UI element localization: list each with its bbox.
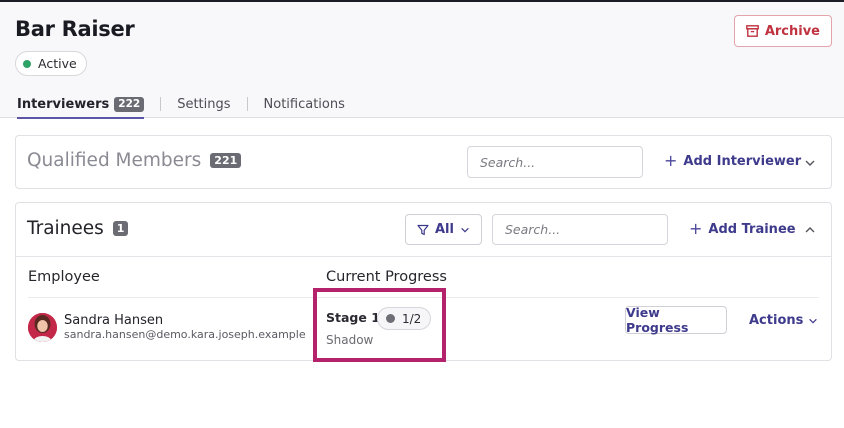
- chevron-up-icon[interactable]: [804, 224, 816, 236]
- tab-settings[interactable]: Settings: [177, 92, 230, 116]
- tab-label: Notifications: [263, 96, 345, 112]
- tab-count-badge: 222: [114, 96, 145, 112]
- trainees-title: Trainees 1: [27, 218, 129, 239]
- chevron-down-icon: [809, 318, 818, 324]
- trainees-search-input[interactable]: [492, 214, 668, 245]
- section-title: Qualified Members: [27, 150, 202, 171]
- chevron-down-icon: [461, 227, 469, 233]
- qualified-count-badge: 221: [210, 153, 242, 168]
- tab-label: Interviewers: [17, 96, 110, 112]
- employee-name[interactable]: Sandra Hansen: [64, 313, 163, 328]
- page-header: Bar Raiser Active Archive Interviewers 2…: [0, 2, 844, 120]
- actions-dropdown[interactable]: Actions: [749, 313, 818, 328]
- highlight-box: [313, 288, 446, 362]
- add-interviewer-button[interactable]: + Add Interviewer: [664, 153, 801, 169]
- column-header-progress: Current Progress: [326, 269, 447, 285]
- page-title: Bar Raiser: [15, 17, 135, 41]
- qualified-search-input[interactable]: [467, 146, 643, 178]
- employee-email: sandra.hansen@demo.kara.joseph.example: [64, 328, 306, 341]
- filter-label: All: [435, 222, 454, 237]
- qualified-members-card: Qualified Members 221 + Add Interviewer: [15, 135, 832, 189]
- filter-icon: [417, 224, 429, 235]
- status-dot-icon: [23, 59, 31, 68]
- avatar: [28, 313, 57, 342]
- status-label: Active: [38, 56, 77, 71]
- view-progress-button[interactable]: View Progress: [625, 305, 727, 335]
- tab-bar: Interviewers 222 Settings Notifications: [17, 92, 345, 120]
- add-interviewer-label: Add Interviewer: [683, 153, 802, 169]
- card-divider: [16, 256, 831, 257]
- tab-label: Settings: [177, 96, 231, 112]
- trainees-count-badge: 1: [112, 221, 129, 236]
- plus-icon: +: [664, 151, 678, 170]
- archive-label: Archive: [764, 23, 820, 39]
- column-header-employee: Employee: [28, 269, 100, 285]
- plus-icon: +: [689, 219, 703, 238]
- qualified-members-title: Qualified Members 221: [27, 150, 242, 171]
- tab-interviewers[interactable]: Interviewers 222: [17, 92, 145, 119]
- filter-dropdown[interactable]: All: [405, 214, 482, 245]
- status-badge: Active: [15, 51, 87, 76]
- tab-notifications[interactable]: Notifications: [264, 92, 345, 116]
- add-trainee-button[interactable]: + Add Trainee: [689, 221, 796, 237]
- tab-divider: [246, 97, 248, 111]
- actions-label: Actions: [749, 313, 804, 328]
- add-trainee-label: Add Trainee: [708, 221, 796, 237]
- chevron-down-icon[interactable]: [804, 157, 816, 169]
- archive-button[interactable]: Archive: [733, 15, 832, 47]
- tab-divider: [160, 97, 162, 111]
- section-title: Trainees: [27, 218, 104, 239]
- archive-icon: [745, 25, 759, 37]
